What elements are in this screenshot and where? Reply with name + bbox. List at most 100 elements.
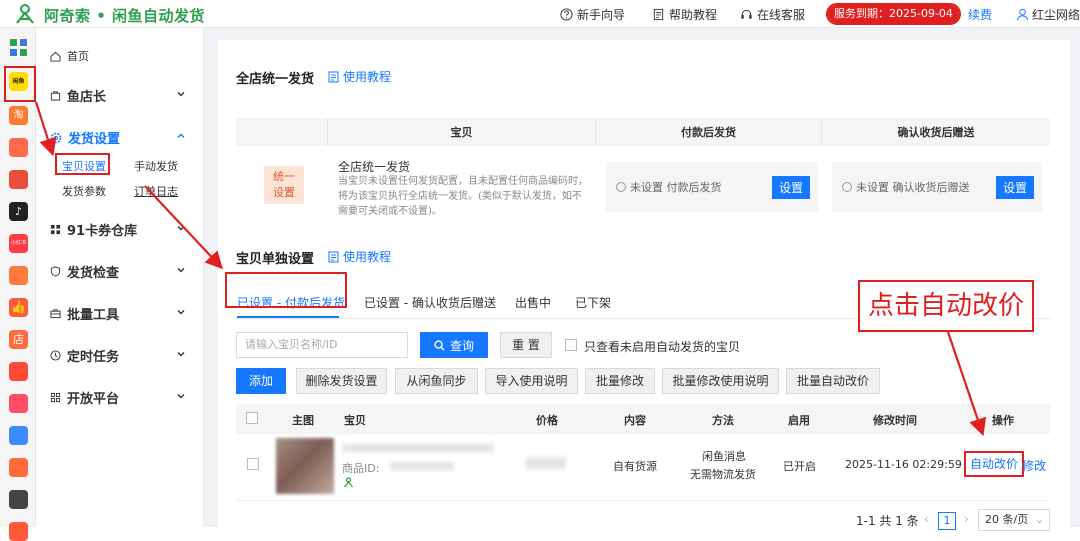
col-image: 主图 xyxy=(292,414,314,427)
xiaohongshu-icon[interactable]: 小红书 xyxy=(9,234,28,253)
cloud-icon[interactable] xyxy=(9,522,28,541)
guide-label: 新手向导 xyxy=(577,8,626,22)
tab-off-shelf[interactable]: 已下架 xyxy=(575,294,611,311)
subnav-item-params[interactable]: 发货参数 xyxy=(62,183,106,199)
confirm-set-button[interactable]: 设置 xyxy=(995,175,1034,199)
pay-set-button[interactable]: 设置 xyxy=(771,175,810,199)
pay-setting-box: 未设置 付款后发货 设置 xyxy=(606,162,818,212)
product-id-blurred xyxy=(390,462,454,470)
sidebar-item-batch-tools[interactable]: 批量工具 xyxy=(50,304,185,323)
pinduoduo-icon[interactable] xyxy=(9,138,28,157)
single-help-link[interactable]: 使用教程 xyxy=(328,248,391,265)
row-enabled: 已开启 xyxy=(783,460,816,473)
user-name: 红尘网络 xyxy=(1032,8,1080,22)
col-price: 价格 xyxy=(536,414,558,427)
col-enabled: 启用 xyxy=(788,414,810,427)
single-help-label: 使用教程 xyxy=(343,250,392,264)
batch-edit-button[interactable]: 批量修改 xyxy=(585,368,655,394)
expire-badge: 服务到期：2025-09-04 xyxy=(826,3,961,25)
sidebar-item-scheduled[interactable]: 定时任务 xyxy=(50,346,185,365)
document-icon xyxy=(653,8,664,21)
badge-line-1: 统一 xyxy=(273,170,295,183)
page-size-select[interactable]: 20 条/页 ⌄ xyxy=(978,509,1050,531)
col-pay: 付款后发货 xyxy=(596,118,822,146)
tab-active-indicator xyxy=(237,316,339,318)
help-link[interactable]: 帮助教程 xyxy=(652,6,717,23)
row-time: 2025-11-16 02:29:59 xyxy=(845,458,962,471)
single-section-title: 宝贝单独设置 xyxy=(236,252,315,267)
query-button[interactable]: 查询 xyxy=(420,332,488,358)
sidebar: 首页 鱼店长 发货设置 宝贝设置 手动发货 发货参数 订单日志 91卡券仓库 发… xyxy=(36,28,204,527)
gear-icon xyxy=(50,132,62,143)
col-time: 修改时间 xyxy=(873,414,917,427)
tab-on-sale[interactable]: 出售中 xyxy=(515,294,551,311)
store-table-header: 宝贝 付款后发货 确认收货后赠送 xyxy=(236,118,1050,146)
add-button[interactable]: 添加 xyxy=(236,368,286,394)
link-icon[interactable] xyxy=(9,426,28,445)
radio-icon[interactable] xyxy=(842,182,852,192)
grid-app-icon[interactable] xyxy=(9,38,28,57)
headset-icon xyxy=(741,9,752,19)
sidebar-item-card-warehouse[interactable]: 91卡券仓库 xyxy=(50,220,185,239)
square-icon[interactable] xyxy=(9,490,28,509)
taobao-icon[interactable]: 淘 xyxy=(9,106,28,125)
store-help-link[interactable]: 使用教程 xyxy=(328,68,391,85)
pay-status: 未设置 付款后发货 xyxy=(630,181,722,194)
import-guide-button[interactable]: 导入使用说明 xyxy=(485,368,578,394)
renew-link[interactable]: 续费 xyxy=(968,6,992,23)
next-page-icon[interactable]: › xyxy=(964,512,969,526)
subnav-item-order-log[interactable]: 订单日志 xyxy=(134,183,178,199)
sidebar-item-yudianzhang[interactable]: 鱼店长 xyxy=(50,86,185,105)
sidebar-item-label: 首页 xyxy=(67,50,89,63)
apps-icon xyxy=(50,392,61,403)
store-icon[interactable]: 店 xyxy=(9,330,28,349)
select-all-checkbox[interactable] xyxy=(246,412,258,424)
sidebar-item-shipping-settings[interactable]: 发货设置 xyxy=(50,128,185,147)
chevron-down-icon xyxy=(177,226,185,231)
reset-button[interactable]: 重 置 xyxy=(500,332,552,358)
sidebar-item-label: 开放平台 xyxy=(67,392,120,407)
radio-icon[interactable] xyxy=(616,182,626,192)
batch-edit-guide-button[interactable]: 批量修改使用说明 xyxy=(662,368,779,394)
shield-icon xyxy=(50,266,61,277)
gift-icon[interactable] xyxy=(9,394,28,413)
sidebar-item-label: 定时任务 xyxy=(67,350,120,365)
sidebar-item-label: 批量工具 xyxy=(67,308,120,323)
row-checkbox[interactable] xyxy=(247,458,259,470)
tab-confirm-gift[interactable]: 已设置 - 确认收货后赠送 xyxy=(364,294,496,311)
sync-button[interactable]: 从闲鱼同步 xyxy=(395,368,478,394)
sidebar-item-open-platform[interactable]: 开放平台 xyxy=(50,388,185,407)
only-unenabled-label: 只查看未启用自动发货的宝贝 xyxy=(584,340,741,354)
thumb-icon[interactable]: 👍 xyxy=(9,298,28,317)
bag-icon[interactable] xyxy=(9,362,28,381)
product-thumbnail[interactable] xyxy=(276,438,334,494)
badge-line-2: 设置 xyxy=(273,186,295,199)
shop-app-icon[interactable] xyxy=(9,170,28,189)
only-unenabled-checkbox[interactable] xyxy=(565,339,577,351)
subnav-item-manual[interactable]: 手动发货 xyxy=(134,158,178,174)
sidebar-item-check[interactable]: 发货检查 xyxy=(50,262,185,281)
row-method-1: 闲鱼消息 xyxy=(702,450,746,463)
platform-rail: 闲鱼 淘 ♪ 小红书 👍 店 xyxy=(0,28,36,541)
mini-shop-icon[interactable] xyxy=(9,266,28,285)
douyin-icon[interactable]: ♪ xyxy=(9,202,28,221)
row-content: 自有货源 xyxy=(613,460,657,473)
callout-click-auto-price: 点击自动改价 xyxy=(858,280,1034,332)
chevron-up-icon xyxy=(177,133,185,138)
prev-page-icon[interactable]: ‹ xyxy=(924,512,929,526)
support-link[interactable]: 在线客服 xyxy=(740,6,805,23)
batch-auto-price-button[interactable]: 批量自动改价 xyxy=(786,368,880,394)
shop2-icon[interactable] xyxy=(9,458,28,477)
delete-setting-button[interactable]: 删除发货设置 xyxy=(296,368,387,394)
home-icon xyxy=(50,51,61,62)
guide-link[interactable]: 新手向导 xyxy=(560,6,625,23)
sidebar-item-label: 发货检查 xyxy=(67,266,120,281)
sidebar-item-home[interactable]: 首页 xyxy=(50,48,89,64)
search-input[interactable]: 请输入宝贝名称/ID xyxy=(236,332,408,358)
page-1-button[interactable]: 1 xyxy=(938,512,956,530)
product-title-blurred xyxy=(342,444,494,452)
user-menu[interactable]: 红尘网络 xyxy=(1016,6,1080,23)
logo-icon xyxy=(16,4,34,24)
edit-link[interactable]: 修改 xyxy=(1022,457,1046,474)
auto-price-link[interactable]: 自动改价 xyxy=(964,451,1025,477)
